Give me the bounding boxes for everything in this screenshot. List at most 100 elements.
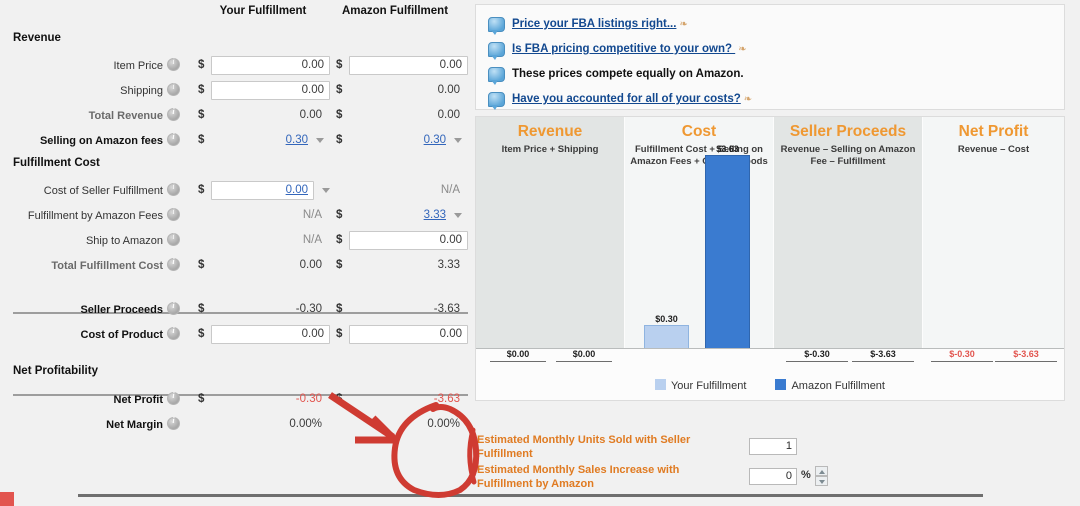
cell-total-ful-cost-your: $ 0.00 [198,256,330,277]
cell-cost-seller-ful-your: $ 0.00 [198,181,330,202]
row-label: Item Price [0,58,180,72]
bottom-left-red-marker [0,492,14,506]
cell-shipping-your: $ 0.00 [198,81,330,102]
estimate-label: Estimated Monthly Units Sold with Seller… [477,434,717,461]
column-header-your-fulfillment: Your Fulfillment [198,5,328,17]
fba-fees-amazon-value[interactable]: 3.33 [424,209,446,221]
stepper-up-icon[interactable] [815,466,828,476]
info-icon[interactable] [167,417,180,430]
chevron-down-icon[interactable] [322,188,330,193]
info-icon[interactable] [167,133,180,146]
row-label: Net Profit [0,392,180,406]
cell-cost-of-product-your: $ 0.00 [198,325,330,346]
tip-item[interactable]: Have you accounted for all of your costs… [476,89,1064,114]
cell-total-ful-cost-amazon: $ 3.33 [336,256,468,277]
chevron-down-icon[interactable] [454,213,462,218]
cell-net-profit-amazon: $ -3.63 [336,390,468,411]
bar-value-revenue-amazon: $0.00 [556,349,612,362]
row-ship-to-amazon: Ship to Amazon N/A $ 0.00 [0,229,470,254]
row-total-fulfillment-cost: Total Fulfillment Cost $ 0.00 $ 3.33 [0,254,470,279]
tip-link[interactable]: Have you accounted for all of your costs… [512,93,741,105]
estimate-row-sales-increase: Estimated Monthly Sales Increase with Fu… [477,464,1077,494]
input-value: 0.00 [286,184,308,196]
info-icon[interactable] [167,183,180,196]
calculator-column-headers: Your Fulfillment Amazon Fulfillment [0,0,470,24]
currency-symbol: $ [198,84,204,96]
row-total-revenue: Total Revenue $ 0.00 $ 0.00 [0,104,470,129]
cell-ship-to-amazon-your: N/A [198,231,330,252]
tip-link[interactable]: Price your FBA listings right... [512,18,676,30]
bar-value-seller-proceeds-amazon: $-3.63 [852,349,914,362]
section-title-revenue: Revenue [0,32,470,44]
info-icon[interactable] [167,302,180,315]
currency-symbol: $ [336,393,342,405]
chart-legend: Your Fulfillment Amazon Fulfillment [476,379,1064,392]
shipping-your-input[interactable]: 0.00 [211,81,330,100]
estimate-row-units-sold: Estimated Monthly Units Sold with Seller… [477,434,1077,464]
row-label: Selling on Amazon fees [0,133,180,147]
ship-to-amazon-input[interactable]: 0.00 [349,231,468,250]
stepper-down-icon[interactable] [815,476,828,486]
currency-symbol: $ [198,303,204,315]
info-icon[interactable] [167,208,180,221]
number-stepper[interactable] [815,466,828,488]
cost-seller-fulfillment-input[interactable]: 0.00 [211,181,314,200]
cost-of-product-amazon-input[interactable]: 0.00 [349,325,468,344]
input-value: 0.00 [440,328,462,340]
cell-seller-proceeds-your: $ -0.30 [198,300,330,321]
info-icon[interactable] [167,58,180,71]
info-icon[interactable] [167,392,180,405]
net-margin-your-value: 0.00% [289,418,322,430]
tip-link[interactable]: Is FBA pricing competitive to your own? [512,43,735,55]
fba-revenue-calculator-page: Your Fulfillment Amazon Fulfillment Reve… [0,0,1080,506]
chart-panel-revenue: Revenue Item Price + Shipping [476,117,624,349]
cell-total-revenue-your: $ 0.00 [198,106,330,127]
cell-seller-proceeds-amazon: $ -3.63 [336,300,468,321]
row-label: Total Fulfillment Cost [0,258,180,272]
currency-symbol: $ [198,59,204,71]
tip-item[interactable]: Is FBA pricing competitive to your own? … [476,39,1064,64]
cost-seller-ful-amazon-value: N/A [441,184,460,196]
panel-subtitle: Revenue – Cost [923,144,1064,156]
info-icon[interactable] [167,233,180,246]
currency-symbol: $ [198,184,204,196]
chart-baseline [476,348,1064,349]
total-revenue-your-value: 0.00 [300,109,322,121]
row-shipping: Shipping $ 0.00 $ 0.00 [0,79,470,104]
column-header-amazon-fulfillment: Amazon Fulfillment [330,5,460,17]
seller-proceeds-your-value: -0.30 [296,303,322,315]
bottom-strip [0,492,1080,506]
estimated-monthly-units-input[interactable]: 1 [749,438,797,455]
row-label: Shipping [0,83,180,97]
fba-fees-your-value: N/A [303,209,322,221]
row-label: Cost of Seller Fulfillment [0,183,180,197]
bar-value-net-profit-amazon: $-3.63 [995,349,1057,362]
currency-symbol: $ [336,84,342,96]
input-value: 0.00 [440,59,462,71]
legend-item-your-fulfillment: Your Fulfillment [655,380,746,392]
info-icon[interactable] [167,258,180,271]
info-icon[interactable] [167,327,180,340]
info-icon[interactable] [167,83,180,96]
panel-title: Seller Proceeds [774,123,922,141]
total-revenue-amazon-value: 0.00 [438,109,460,121]
chart-panel-cost: Cost Fulfillment Cost + Selling on Amazo… [625,117,773,349]
selling-fees-amazon-value[interactable]: 0.30 [424,134,446,146]
item-price-amazon-input[interactable]: 0.00 [349,56,468,75]
tip-item[interactable]: Price your FBA listings right...❧ [476,14,1064,39]
selling-fees-your-value[interactable]: 0.30 [286,134,308,146]
currency-symbol: $ [198,393,204,405]
chevron-down-icon[interactable] [316,138,324,143]
info-icon[interactable] [167,108,180,121]
bar-value-net-profit-your: $-0.30 [931,349,993,362]
cost-of-product-your-input[interactable]: 0.00 [211,325,330,344]
item-price-your-input[interactable]: 0.00 [211,56,330,75]
row-label: Fulfillment by Amazon Fees [0,208,180,222]
currency-symbol: $ [198,259,204,271]
estimated-sales-increase-input[interactable]: 0 [749,468,797,485]
bar-label: $0.30 [655,314,678,324]
cell-fba-fees-your: N/A [198,206,330,227]
currency-symbol: $ [336,134,342,146]
panel-title: Net Profit [923,123,1064,141]
chevron-down-icon[interactable] [454,138,462,143]
